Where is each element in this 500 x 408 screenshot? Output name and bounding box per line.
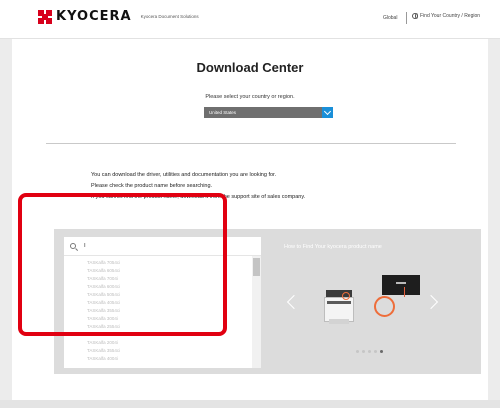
find-region-link[interactable]: Find Your Country / Region [412,13,480,19]
highlight-circle-small [342,292,350,300]
chevron-left-icon[interactable] [287,292,295,312]
carousel-dots [356,350,383,353]
list-item[interactable]: TASKalfa 3554ci [64,347,252,355]
carousel-dot[interactable] [362,350,365,353]
header-divider [406,12,407,24]
carousel-dot[interactable] [374,350,377,353]
kyocera-logo-icon [38,10,52,24]
carousel-dot-active[interactable] [380,350,383,353]
intro-line: You can download the driver, utilities a… [91,172,277,178]
kyocera-logo[interactable]: KYOCERA Kyocera Document Solutions [38,10,199,24]
find-region-label: Find Your Country / Region [420,13,481,19]
section-divider [46,143,456,144]
globe-icon [412,13,418,19]
carousel-dot[interactable] [368,350,371,353]
list-item[interactable]: TASKalfa 4004i [64,355,252,363]
howto-title: How to Find Your kyocera product name [284,244,382,250]
country-prompt: Please select your country or region. [205,94,295,100]
brand-name: KYOCERA [56,9,132,24]
country-select[interactable]: United States [204,107,333,118]
highlight-circle-large [374,296,395,317]
brand-subtitle: Kyocera Document Solutions [140,14,199,19]
list-item[interactable]: TASKalfa 2004i [64,339,252,347]
carousel-dot[interactable] [356,350,359,353]
chevron-right-icon[interactable] [430,292,438,312]
scrollbar-thumb[interactable] [253,258,260,276]
country-select-value: United States [209,110,237,115]
top-header: KYOCERA Kyocera Document Solutions Globa… [0,0,500,39]
global-link[interactable]: Global [383,15,397,21]
annotation-highlight-frame [18,193,227,336]
intro-line: Please check the product name before sea… [91,183,213,189]
footer-strip [0,400,500,408]
page-title: Download Center [196,60,304,75]
product-label-zoom-image [382,275,420,297]
chevron-down-icon[interactable] [322,107,333,118]
results-scrollbar[interactable] [252,256,261,368]
